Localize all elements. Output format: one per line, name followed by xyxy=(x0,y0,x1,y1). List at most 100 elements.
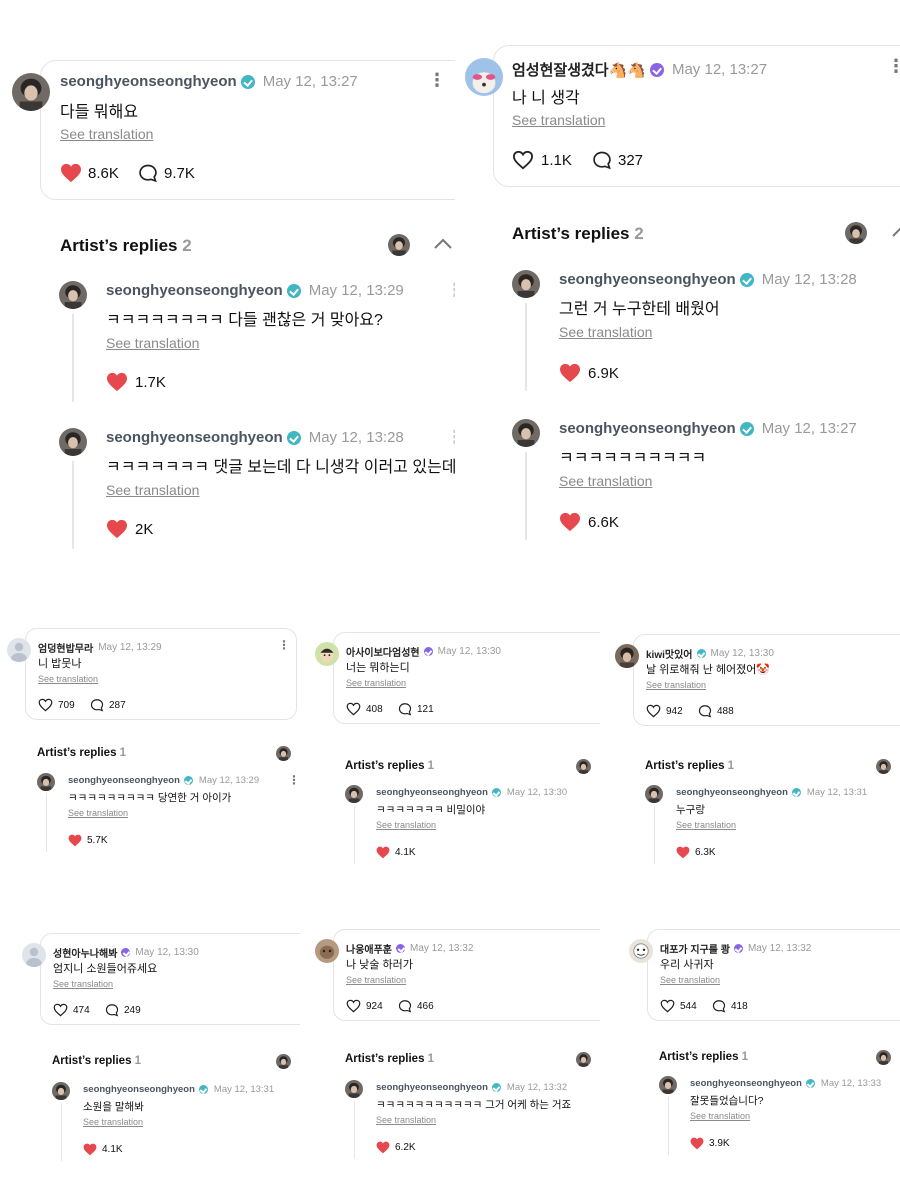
like-button[interactable]: 6.6K xyxy=(559,512,619,532)
like-button[interactable]: 4.1K xyxy=(376,846,416,859)
author-name[interactable]: 엄성현잘생겼다🐴🐴 May 12, 13:27 xyxy=(512,59,767,80)
more-vertical-icon[interactable]: ⋮ xyxy=(887,56,900,77)
reply-author[interactable]: seonghyeonseonghyeon May 12, 13:29 xyxy=(68,775,259,786)
like-button[interactable]: 6.2K xyxy=(376,1141,416,1154)
see-translation-link[interactable]: See translation xyxy=(376,820,436,830)
reply-author[interactable]: seonghyeonseonghyeon May 12, 13:31 xyxy=(676,787,867,798)
like-button[interactable]: 3.9K xyxy=(690,1137,730,1150)
more-vertical-icon[interactable]: ⋮ xyxy=(446,427,455,448)
author-name[interactable]: 아사이보다엄성현 May 12, 13:30 xyxy=(346,644,501,659)
like-button[interactable]: 8.6K xyxy=(60,163,119,183)
see-translation-link[interactable]: See translation xyxy=(60,126,153,142)
reply-author[interactable]: seonghyeonseonghyeon May 12, 13:28 xyxy=(106,429,404,446)
comment-button[interactable]: 287 xyxy=(90,698,126,712)
see-translation-link[interactable]: See translation xyxy=(559,324,652,340)
artist-avatar[interactable] xyxy=(345,1080,363,1098)
comment-button[interactable]: 9.7K xyxy=(138,163,195,183)
see-translation-link[interactable]: See translation xyxy=(512,112,605,128)
heart-filled-icon xyxy=(61,163,81,183)
avatar[interactable] xyxy=(315,939,339,963)
chevron-up-icon[interactable] xyxy=(891,226,900,238)
verified-badge-icon xyxy=(491,788,501,797)
like-button[interactable]: 1.7K xyxy=(106,372,166,392)
avatar[interactable] xyxy=(615,644,639,668)
like-button[interactable]: 5.7K xyxy=(68,834,108,847)
like-button[interactable]: 709 xyxy=(38,698,75,712)
reply-author[interactable]: seonghyeonseonghyeon May 12, 13:30 xyxy=(376,787,567,798)
artist-avatar[interactable] xyxy=(37,773,55,791)
comment-button[interactable]: 418 xyxy=(712,999,748,1013)
avatar[interactable] xyxy=(629,939,653,963)
like-button[interactable]: 4.1K xyxy=(83,1143,123,1156)
author-name[interactable]: 나웅애푸훈 May 12, 13:32 xyxy=(346,941,473,956)
like-button[interactable]: 544 xyxy=(660,999,697,1013)
author-name[interactable]: kiwi맛있어 May 12, 13:30 xyxy=(646,646,774,661)
see-translation-link[interactable]: See translation xyxy=(660,975,720,985)
artist-avatar[interactable] xyxy=(388,234,410,256)
see-translation-link[interactable]: See translation xyxy=(53,979,113,989)
like-button[interactable]: 6.9K xyxy=(559,363,619,383)
see-translation-link[interactable]: See translation xyxy=(376,1115,436,1125)
artist-avatar[interactable] xyxy=(59,281,87,309)
like-count: 5.7K xyxy=(87,835,108,846)
see-translation-link[interactable]: See translation xyxy=(83,1117,143,1127)
artist-avatar[interactable] xyxy=(512,419,540,447)
artist-avatar[interactable] xyxy=(512,270,540,298)
author-name[interactable]: seonghyeonseonghyeon May 12, 13:27 xyxy=(60,73,358,90)
like-button[interactable]: 6.3K xyxy=(676,846,716,859)
reply-author[interactable]: seonghyeonseonghyeon May 12, 13:27 xyxy=(559,420,857,437)
reply-author[interactable]: seonghyeonseonghyeon May 12, 13:32 xyxy=(376,1082,567,1093)
see-translation-link[interactable]: See translation xyxy=(106,482,199,498)
more-vertical-icon[interactable]: ⋮ xyxy=(278,638,290,652)
avatar[interactable] xyxy=(465,58,503,96)
artist-avatar[interactable] xyxy=(576,759,591,774)
more-vertical-icon[interactable]: ⋮ xyxy=(288,773,300,787)
comment-button[interactable]: 121 xyxy=(398,702,434,716)
author-name[interactable]: 대포가 지구를 쾅 May 12, 13:32 xyxy=(660,941,811,956)
see-translation-link[interactable]: See translation xyxy=(676,820,736,830)
author-name[interactable]: 성현아누나해봐 May 12, 13:30 xyxy=(53,945,199,960)
artist-avatar[interactable] xyxy=(276,746,291,761)
artist-avatar[interactable] xyxy=(276,1054,291,1069)
see-translation-link[interactable]: See translation xyxy=(106,335,199,351)
reply-text: ㅋㅋㅋㅋㅋㅋㅋㅋㅋㅋㅋ 그거 어케 하는 거죠 xyxy=(376,1099,572,1111)
see-translation-link[interactable]: See translation xyxy=(38,674,98,684)
author-name[interactable]: 엄덩현밥무라 May 12, 13:29 xyxy=(38,640,162,655)
avatar[interactable] xyxy=(315,642,339,666)
like-button[interactable]: 1.1K xyxy=(512,150,572,170)
artist-avatar[interactable] xyxy=(345,785,363,803)
comment-button[interactable]: 249 xyxy=(105,1003,141,1017)
reply-author[interactable]: seonghyeonseonghyeon May 12, 13:28 xyxy=(559,271,857,288)
like-button[interactable]: 942 xyxy=(646,704,683,718)
like-button[interactable]: 2K xyxy=(106,519,153,539)
artist-avatar[interactable] xyxy=(876,759,891,774)
artist-avatar[interactable] xyxy=(845,222,867,244)
comment-button[interactable]: 327 xyxy=(592,150,643,170)
more-vertical-icon[interactable]: ⋮ xyxy=(428,70,446,91)
avatar[interactable] xyxy=(22,943,46,967)
artist-avatar[interactable] xyxy=(876,1050,891,1065)
chevron-up-icon[interactable] xyxy=(433,238,453,250)
reply-author[interactable]: seonghyeonseonghyeon May 12, 13:31 xyxy=(83,1084,274,1095)
like-button[interactable]: 408 xyxy=(346,702,383,716)
artist-avatar[interactable] xyxy=(659,1076,677,1094)
comment-button[interactable]: 466 xyxy=(398,999,434,1013)
reply-author[interactable]: seonghyeonseonghyeon May 12, 13:33 xyxy=(690,1078,881,1089)
artist-avatar[interactable] xyxy=(645,785,663,803)
like-button[interactable]: 924 xyxy=(346,999,383,1013)
artist-avatar[interactable] xyxy=(52,1082,70,1100)
see-translation-link[interactable]: See translation xyxy=(559,473,652,489)
more-vertical-icon[interactable]: ⋮ xyxy=(446,280,455,301)
see-translation-link[interactable]: See translation xyxy=(646,680,706,690)
like-button[interactable]: 474 xyxy=(53,1003,90,1017)
reply-author[interactable]: seonghyeonseonghyeon May 12, 13:29 xyxy=(106,282,404,299)
avatar[interactable] xyxy=(7,638,31,662)
avatar[interactable] xyxy=(12,73,50,111)
artist-avatar[interactable] xyxy=(576,1052,591,1067)
see-translation-link[interactable]: See translation xyxy=(68,808,128,818)
see-translation-link[interactable]: See translation xyxy=(346,678,406,688)
see-translation-link[interactable]: See translation xyxy=(690,1111,750,1121)
comment-button[interactable]: 488 xyxy=(698,704,734,718)
see-translation-link[interactable]: See translation xyxy=(346,975,406,985)
artist-avatar[interactable] xyxy=(59,428,87,456)
